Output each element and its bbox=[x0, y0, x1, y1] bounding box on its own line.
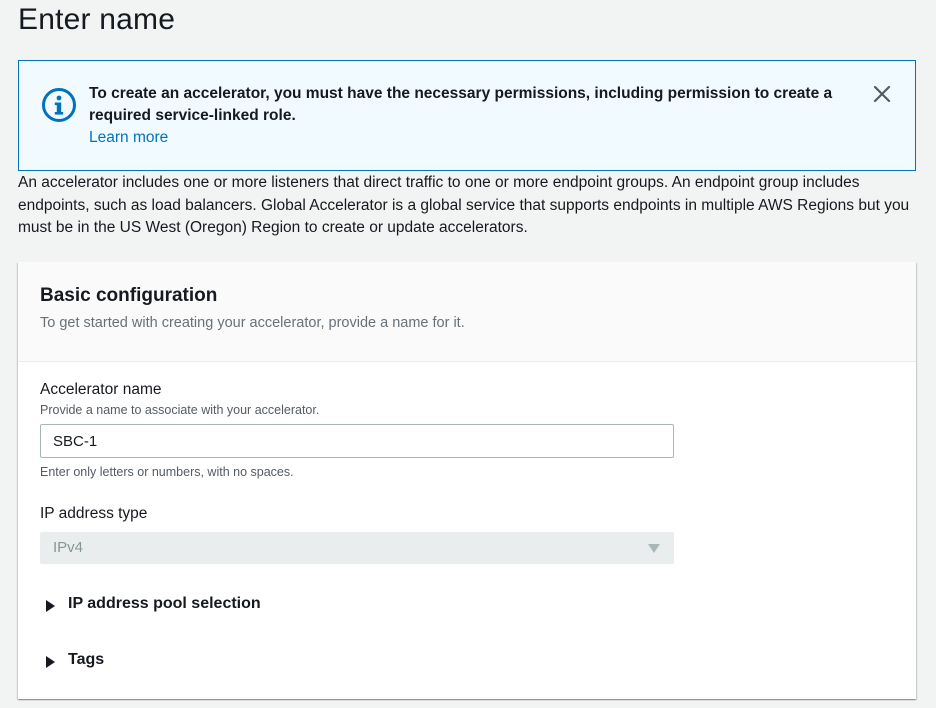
page-title: Enter name bbox=[18, 3, 176, 36]
caret-right-icon bbox=[46, 656, 55, 668]
expander-label: Tags bbox=[68, 651, 105, 668]
basic-configuration-panel: Basic configuration To get started with … bbox=[18, 262, 916, 699]
intro-description: An accelerator includes one or more list… bbox=[18, 174, 910, 236]
expander-label: IP address pool selection bbox=[68, 595, 261, 612]
ip-address-type-value: IPv4 bbox=[53, 539, 84, 556]
panel-header: Basic configuration To get started with … bbox=[18, 262, 916, 362]
alert-message: To create an accelerator, you must have … bbox=[89, 85, 833, 124]
panel-title: Basic configuration bbox=[40, 285, 218, 306]
permissions-info-alert: To create an accelerator, you must have … bbox=[18, 60, 916, 171]
accelerator-name-description: Provide a name to associate with your ac… bbox=[40, 403, 320, 417]
info-icon bbox=[41, 87, 77, 123]
close-icon[interactable] bbox=[871, 83, 893, 105]
caret-right-icon bbox=[46, 600, 55, 612]
learn-more-link[interactable]: Learn more bbox=[89, 129, 168, 147]
panel-description: To get started with creating your accele… bbox=[40, 315, 465, 331]
ip-address-type-label: IP address type bbox=[40, 505, 148, 522]
accelerator-name-constraint: Enter only letters or numbers, with no s… bbox=[40, 465, 294, 479]
accelerator-name-input[interactable] bbox=[40, 424, 674, 458]
ip-address-type-select[interactable]: IPv4 bbox=[40, 532, 674, 564]
caret-down-icon bbox=[648, 544, 660, 553]
accelerator-name-label: Accelerator name bbox=[40, 381, 162, 398]
